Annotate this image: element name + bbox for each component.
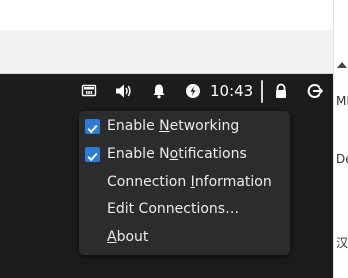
menu-item-label: Connection Information <box>107 174 272 190</box>
menu-item-label: Enable Networking <box>107 118 240 134</box>
volume-icon[interactable] <box>115 83 131 99</box>
menu-item-label: Edit Connections… <box>107 201 240 217</box>
menu-item-enable-networking[interactable]: Enable Networking <box>79 113 290 140</box>
power-icon[interactable] <box>185 83 201 99</box>
menu-item-about[interactable]: About <box>79 224 290 251</box>
network-menu: Enable Networking Enable Notifications C… <box>79 111 290 255</box>
browser-area <box>0 0 333 30</box>
checkbox-checked-icon[interactable] <box>85 119 100 134</box>
menu-item-label: Enable Notifications <box>107 146 247 162</box>
browser-toolbar <box>0 30 333 74</box>
menu-item-connection-information[interactable]: Connection Information <box>79 169 290 196</box>
menu-item-enable-notifications[interactable]: Enable Notifications <box>79 141 290 168</box>
right-page-strip: MI De 汉 <box>333 0 348 278</box>
scroll-up-icon[interactable] <box>337 62 347 68</box>
menu-item-edit-connections[interactable]: Edit Connections… <box>79 196 290 223</box>
clock-label[interactable]: 10:43 <box>210 82 253 100</box>
menu-item-label: About <box>107 229 149 245</box>
bell-icon[interactable] <box>151 83 167 99</box>
page-text-fragment: MI <box>336 94 348 108</box>
page-text-fragment: 汉 <box>336 236 348 250</box>
logout-icon[interactable] <box>307 83 324 99</box>
tray-separator <box>261 80 263 103</box>
checkbox-checked-icon[interactable] <box>85 147 100 162</box>
page-text-fragment: De <box>336 152 348 166</box>
lock-icon[interactable] <box>273 83 289 99</box>
network-icon[interactable] <box>81 83 97 99</box>
